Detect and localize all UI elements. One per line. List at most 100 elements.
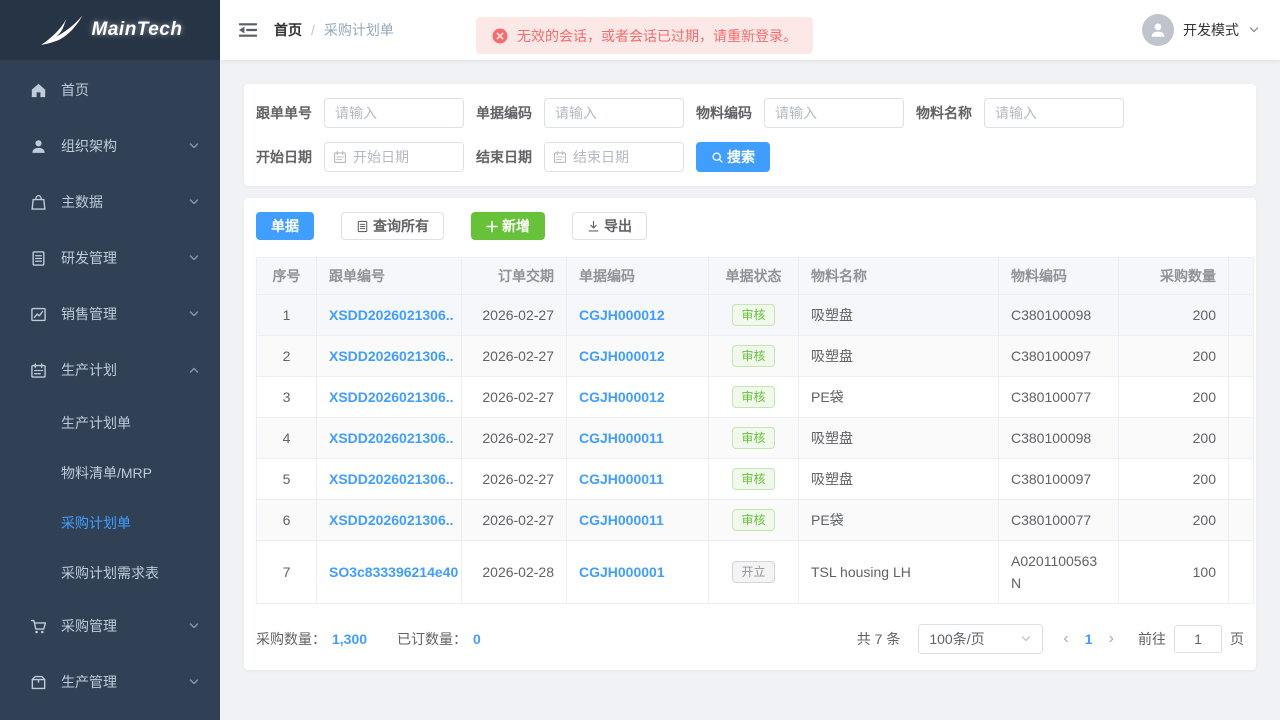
cell-bill-status: 审核 [708,417,799,459]
sidebar-item-mrp[interactable]: 物料清单/MRP [0,448,220,498]
sidebar-item-purchasing[interactable]: 采购管理 [0,598,220,654]
sidebar-menu: 首页 组织架构 主数据 研发管理 销售管理 生产计划 生产计划单 物料清单/MRP 采购计划单采… [0,60,220,720]
bill-code-link[interactable]: CGJH000011 [579,430,664,446]
cell-order-date: 2026-02-28 [461,540,567,604]
start-date-picker[interactable] [324,142,464,172]
avatar [1142,14,1174,46]
start-date-input[interactable] [353,149,455,165]
ordered-qty-value: 0 [473,631,481,647]
cell-material-code: A0201100563N [998,540,1119,604]
track-no-input[interactable] [324,98,464,128]
logo-swoosh-icon [38,13,86,47]
bill-code-link[interactable]: CGJH000012 [579,307,665,323]
sidebar-item-purchase-plan-order[interactable]: 采购计划单 [0,498,220,548]
bill-code-link[interactable]: CGJH000011 [579,471,664,487]
user-menu[interactable]: 开发模式 [1142,14,1260,46]
cell-blank [1228,458,1254,500]
sidebar-item-home[interactable]: 首页 [0,62,220,118]
sidebar-item-production-plan[interactable]: 生产计划 [0,342,220,398]
calendar-icon [333,150,347,164]
cell-blank [1228,335,1254,377]
status-badge: 审核 [732,345,775,367]
track-no-link[interactable]: XSDD2026021306.. [329,471,454,487]
breadcrumb-separator: / [311,22,315,38]
search-button[interactable]: 搜索 [696,142,770,172]
export-button-label: 导出 [604,218,632,234]
cell-bill-code: CGJH000011 [566,499,709,541]
cell-purchase-qty: 200 [1118,458,1229,500]
column-header-material-name: 物料名称 [798,257,999,295]
cell-track-no: XSDD2026021306.. [316,335,462,377]
track-no-link[interactable]: SO3c833396214e40 [329,564,458,580]
status-badge: 开立 [732,561,775,583]
page-number-1[interactable]: 1 [1075,631,1103,647]
track-no-link[interactable]: XSDD2026021306.. [329,512,454,528]
sidebar-item-rnd[interactable]: 研发管理 [0,230,220,286]
bill-code-link[interactable]: CGJH000012 [579,389,665,405]
sidebar-item-production-plan-order[interactable]: 生产计划单 [0,398,220,448]
goto-page-input[interactable] [1174,625,1222,653]
pagination-total: 共 7 条 [856,631,901,647]
add-button[interactable]: 新增 [471,212,545,240]
bill-code-link[interactable]: CGJH000012 [579,348,665,364]
cell-blank [1228,294,1254,336]
sidebar-item-production[interactable]: 生产管理 [0,654,220,710]
track-no-link[interactable]: XSDD2026021306.. [329,307,454,323]
username: 开发模式 [1183,22,1239,38]
cell-order-date: 2026-02-27 [461,458,567,500]
cell-seq: 1 [256,294,317,336]
next-page-button[interactable]: › [1103,630,1120,648]
sidebar-item-org[interactable]: 组织架构 [0,118,220,174]
end-date-input[interactable] [573,149,675,165]
cell-track-no: XSDD2026021306.. [316,376,462,418]
status-badge: 审核 [732,427,775,449]
danju-button[interactable]: 单据 [256,212,314,240]
column-header-track-no: 跟单编号 [316,257,462,295]
plus-icon [486,220,498,233]
cell-bill-status: 审核 [708,294,799,336]
bill-code-link[interactable]: CGJH000001 [579,564,665,580]
cell-bill-code: CGJH000012 [566,335,709,377]
breadcrumb-home[interactable]: 首页 [274,20,302,40]
cell-bill-status: 开立 [708,540,799,604]
cell-purchase-qty: 200 [1118,499,1229,541]
sidebar-item-purchase-plan-demand[interactable]: 采购计划需求表 [0,548,220,598]
download-icon [587,220,600,233]
end-date-picker[interactable] [544,142,684,172]
cell-bill-status: 审核 [708,458,799,500]
cell-material-code: C380100098 [998,294,1119,336]
track-no-link[interactable]: XSDD2026021306.. [329,348,454,364]
chart-icon [30,306,47,323]
toolbar: 单据 查询所有 新增 导出 [256,212,1244,240]
material-code-input[interactable] [764,98,904,128]
bill-code-input[interactable] [544,98,684,128]
bill-code-link[interactable]: CGJH000011 [579,512,664,528]
sidebar-fold-icon[interactable] [238,20,258,40]
page-size-select[interactable]: 100条/页 [918,624,1044,654]
export-button[interactable]: 导出 [572,212,647,240]
logo-text: MainTech [91,19,183,40]
cell-blank [1228,499,1254,541]
sidebar: MainTech 首页 组织架构 主数据 研发管理 销售管理 生产计划 生产计划单 物料清单/… [0,0,220,720]
chevron-down-icon [188,252,200,264]
material-name-input[interactable] [984,98,1124,128]
filter-label-start-date: 开始日期 [256,149,312,165]
status-badge: 审核 [732,304,775,326]
sidebar-item-master-data[interactable]: 主数据 [0,174,220,230]
table-row: 4 XSDD2026021306.. 2026-02-27 CGJH000011 审核 吸… [256,417,1254,459]
query-all-button[interactable]: 查询所有 [341,212,444,240]
sidebar-item-label: 采购管理 [61,618,117,634]
error-circle-icon [492,28,508,44]
cell-bill-code: CGJH000011 [566,458,709,500]
sidebar-item-label: 生产管理 [61,674,117,690]
cell-purchase-qty: 100 [1118,540,1229,604]
cell-order-date: 2026-02-27 [461,335,567,377]
purchase-plan-table: 序号 跟单编号 订单交期 单据编码 单据状态 物料名称 物料编码 采购数量 1 XSDD2026… [256,257,1254,604]
prev-page-button[interactable]: ‹ [1057,630,1074,648]
home-icon [30,82,47,99]
sidebar-item-sales[interactable]: 销售管理 [0,286,220,342]
track-no-link[interactable]: XSDD2026021306.. [329,389,454,405]
chevron-down-icon [188,620,200,632]
table-footer: 采购数量： 1,300 已订数量： 0 共 7 条 100条/页 ‹ 1 › 前… [256,624,1244,654]
track-no-link[interactable]: XSDD2026021306.. [329,430,454,446]
